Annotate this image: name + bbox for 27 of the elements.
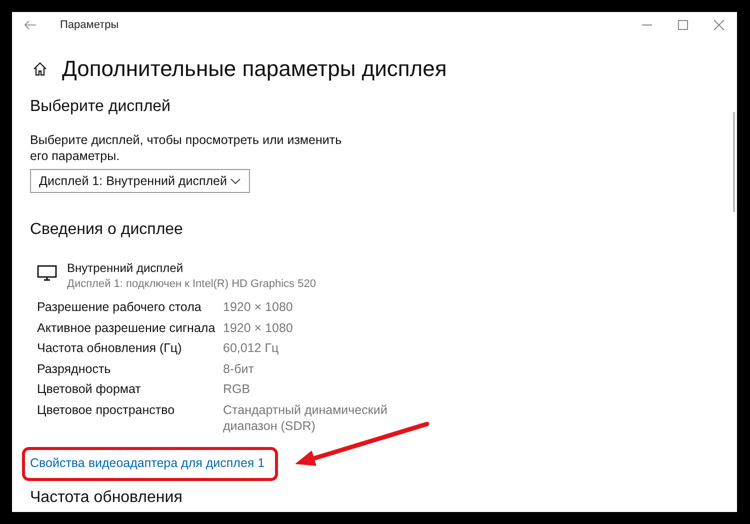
- back-icon[interactable]: [24, 20, 36, 30]
- description-text: Выберите дисплей, чтобы просмотреть или изменить его параметры.: [30, 132, 343, 164]
- section-heading: Сведения о дисплее: [30, 221, 184, 239]
- adapter-properties-link[interactable]: Свойства видеоадаптера для дисплея 1: [30, 456, 265, 470]
- property-label: Частота обновления (Гц): [37, 340, 183, 356]
- property-value: 1920 × 1080: [223, 320, 294, 336]
- property-value: RGB: [223, 381, 252, 398]
- property-value: Стандартный динамический диапазон (SDR): [223, 402, 388, 434]
- display-subtitle: Дисплей 1: подключен к Intel(R) HD Graphics 520: [67, 278, 316, 290]
- display-name: Внутренний дисплей: [67, 261, 184, 275]
- home-icon[interactable]: [32, 61, 48, 77]
- property-label: Цветовое пространство: [37, 402, 176, 419]
- property-value: 60,012 Гц: [223, 340, 280, 356]
- section-heading: Частота обновления: [30, 488, 184, 506]
- property-label: Разрядность: [37, 360, 112, 377]
- property-label: Активное разрешение сигнала: [37, 320, 216, 336]
- property-label: Разрешение рабочего стола: [37, 299, 202, 316]
- page-title: Дополнительные параметры дисплея: [62, 56, 447, 82]
- window-title: Параметры: [60, 19, 119, 31]
- monitor-icon: [37, 265, 57, 281]
- property-value: 8-бит: [223, 360, 255, 377]
- scrollbar[interactable]: [733, 112, 735, 212]
- property-label: Цветовой формат: [37, 381, 142, 398]
- caret-icon: [230, 178, 241, 184]
- display-dropdown[interactable]: Дисплей 1: Внутренний дисплей: [30, 169, 250, 193]
- property-value: 1920 × 1080: [223, 299, 294, 316]
- section-heading: Выберите дисплей: [30, 98, 172, 116]
